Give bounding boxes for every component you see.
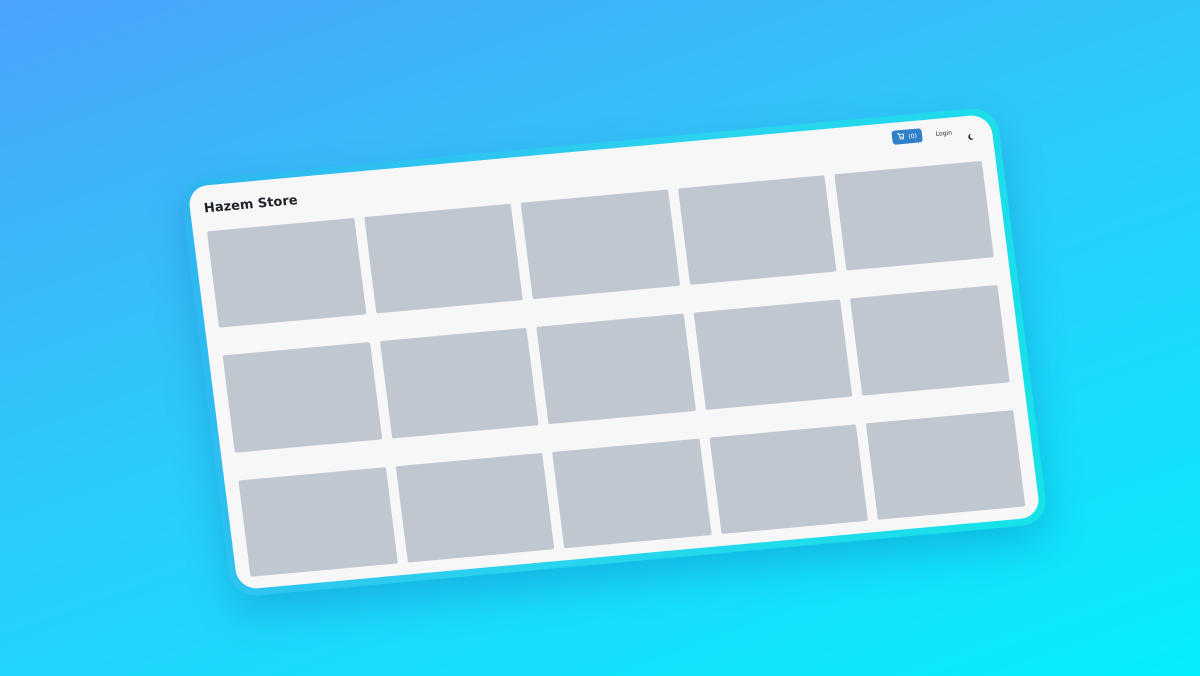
product-card-placeholder — [850, 285, 1010, 396]
product-card-placeholder — [677, 175, 837, 286]
cart-button[interactable]: (0) — [891, 128, 923, 145]
product-card-placeholder — [520, 189, 681, 300]
app-screen: Hazem Store (0) Login — [187, 113, 1041, 591]
product-card-placeholder — [552, 438, 712, 549]
product-card-placeholder — [693, 299, 853, 410]
cart-icon — [897, 132, 906, 143]
cart-count: (0) — [907, 132, 918, 140]
product-card-placeholder — [363, 203, 524, 314]
product-card-placeholder — [379, 328, 539, 439]
product-grid — [206, 160, 1026, 577]
product-card-placeholder — [222, 342, 382, 453]
background-stage: Hazem Store (0) Login — [0, 0, 1200, 676]
product-card-placeholder — [866, 409, 1026, 520]
moon-icon — [965, 126, 975, 146]
product-card-placeholder — [834, 160, 994, 271]
theme-toggle-button[interactable] — [965, 125, 976, 140]
product-card-placeholder — [395, 452, 555, 563]
product-card-placeholder — [238, 466, 398, 577]
nav-actions: (0) Login — [891, 123, 977, 145]
product-card-placeholder — [206, 218, 367, 329]
brand-logo[interactable]: Hazem Store — [203, 193, 298, 216]
device-frame: Hazem Store (0) Login — [179, 106, 1049, 598]
login-button[interactable]: Login — [929, 128, 958, 138]
product-card-placeholder — [536, 313, 696, 424]
product-card-placeholder — [709, 424, 869, 535]
